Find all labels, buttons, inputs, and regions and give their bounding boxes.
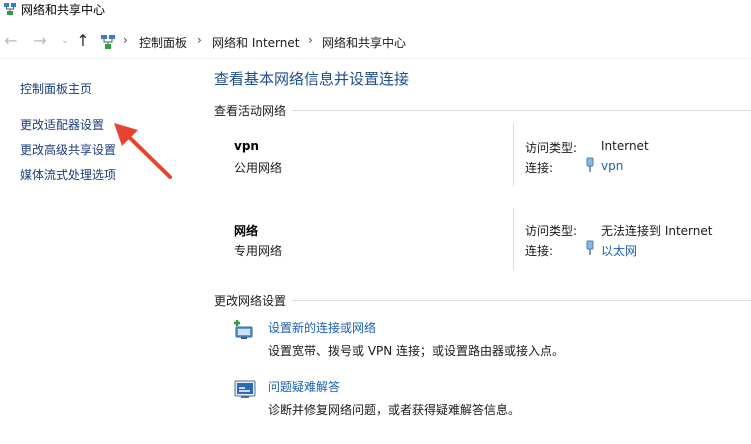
breadcrumb-separator-icon: › — [308, 33, 313, 47]
section-divider — [214, 110, 751, 111]
new-connection-icon — [234, 320, 253, 339]
connection-icon — [586, 157, 594, 172]
title-bar: 网络和共享中心 — [0, 0, 751, 22]
access-type-label: 访问类型: — [525, 141, 578, 155]
divider — [513, 208, 514, 270]
connection-label: 连接: — [525, 244, 554, 258]
breadcrumb-separator-icon: › — [197, 33, 202, 47]
connection-icon — [586, 240, 594, 255]
annotation-arrow-icon — [114, 123, 172, 179]
troubleshoot-description: 诊断并修复网络问题，或者获得疑难解答信息。 — [268, 403, 521, 417]
active-networks-heading: 查看活动网络 — [214, 102, 293, 119]
breadcrumb-network-internet[interactable]: 网络和 Internet — [212, 34, 299, 51]
section-divider — [214, 300, 751, 301]
network-name: 网络 — [234, 224, 259, 238]
sidebar-item-control-panel-home[interactable]: 控制面板主页 — [20, 80, 92, 97]
access-type-value: 无法连接到 Internet — [601, 224, 713, 238]
recent-dropdown-icon[interactable]: ⌄ — [56, 31, 74, 51]
troubleshoot-link[interactable]: 问题疑难解答 — [268, 378, 340, 395]
sidebar-item-advanced-sharing[interactable]: 更改高级共享设置 — [20, 141, 116, 158]
connection-label: 连接: — [525, 161, 554, 175]
network-name: vpn — [234, 139, 259, 153]
sidebar-item-adapter-settings[interactable]: 更改适配器设置 — [20, 116, 104, 133]
breadcrumb-control-panel[interactable]: 控制面板 — [139, 34, 187, 51]
breadcrumb-sharing-center[interactable]: 网络和共享中心 — [322, 34, 406, 51]
sidebar-item-media-streaming[interactable]: 媒体流式处理选项 — [20, 166, 116, 183]
back-arrow-icon[interactable]: ← — [2, 31, 20, 51]
access-type-value: Internet — [601, 139, 649, 153]
troubleshoot-icon — [234, 380, 256, 398]
change-settings-heading: 更改网络设置 — [214, 292, 293, 309]
forward-arrow-icon[interactable]: → — [31, 31, 49, 51]
connection-link[interactable]: 以太网 — [601, 242, 637, 259]
network-category: 专用网络 — [234, 244, 283, 258]
setup-connection-link[interactable]: 设置新的连接或网络 — [268, 319, 376, 336]
connection-link[interactable]: vpn — [601, 159, 623, 173]
network-category: 公用网络 — [234, 161, 283, 175]
access-type-label: 访问类型: — [525, 224, 578, 238]
network-center-icon — [101, 35, 115, 49]
network-center-icon — [4, 3, 16, 15]
divider — [513, 124, 514, 186]
page-title: 查看基本网络信息并设置连接 — [214, 70, 410, 88]
up-arrow-icon[interactable]: ↑ — [74, 31, 92, 51]
breadcrumb-separator-icon: › — [123, 33, 128, 47]
window-title: 网络和共享中心 — [21, 3, 106, 17]
address-bar: ← → ⌄ ↑ › 控制面板 › 网络和 Internet › 网络和共享中心 — [0, 26, 751, 59]
setup-connection-description: 设置宽带、拨号或 VPN 连接；或设置路由器或接入点。 — [268, 344, 565, 358]
